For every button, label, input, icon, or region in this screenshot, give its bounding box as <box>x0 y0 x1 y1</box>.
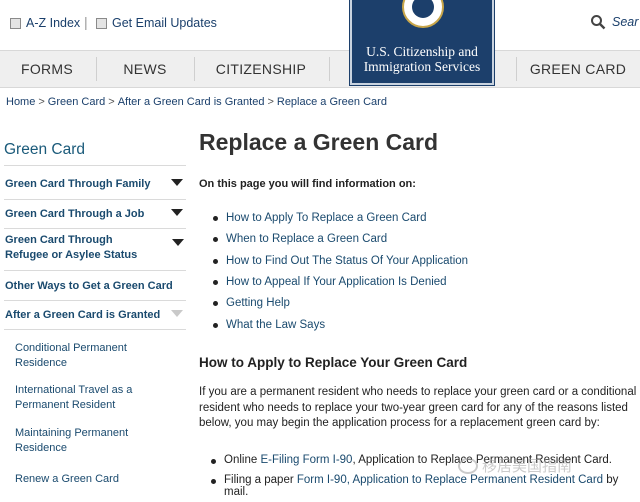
dhs-seal-icon <box>402 0 444 28</box>
nav-forms[interactable]: FORMS <box>0 51 94 87</box>
logo-line-1: U.S. Citizenship and <box>366 44 478 59</box>
list-item-suffix: by <box>603 474 619 486</box>
sidebar-divider <box>4 228 186 229</box>
wechat-icon <box>458 457 478 474</box>
sidebar-subitem-travel[interactable]: International Travel as a Permanent Resi… <box>15 383 175 413</box>
bullet-icon <box>213 258 218 264</box>
breadcrumb-current: Replace a Green Card <box>276 96 387 108</box>
sidebar-item-label: Green Card Through Refugee or Asylee Sta… <box>5 234 138 261</box>
efiling-link[interactable]: E-Filing Form I-90 <box>260 454 352 466</box>
sidebar-title[interactable]: Green Card <box>4 141 85 159</box>
email-updates-label: Get Email Updates <box>112 16 217 30</box>
paragraph-line: below, you may begin the application pro… <box>199 417 600 429</box>
search-control[interactable]: Sear <box>590 14 638 30</box>
nav-divider <box>329 57 330 81</box>
breadcrumb-after-granted[interactable]: After a Green Card is Granted <box>118 96 265 108</box>
sidebar-subitem-maintaining[interactable]: Maintaining Permanent Residence <box>15 426 175 456</box>
breadcrumb: Home > Green Card > After a Green Card is Gr… <box>6 96 387 108</box>
caret-down-icon[interactable] <box>172 239 184 246</box>
caret-down-icon[interactable] <box>171 310 183 317</box>
sidebar-item-other-ways[interactable]: Other Ways to Get a Green Card <box>5 279 185 294</box>
toc-label: How to Apply To Replace a Green Card <box>226 212 427 224</box>
utility-separator: | <box>84 14 88 30</box>
az-index-label: A-Z Index <box>26 16 81 30</box>
sidebar-divider <box>4 270 186 271</box>
uscis-logo[interactable]: U.S. Citizenship and Immigration Service… <box>350 0 494 85</box>
logo-text: U.S. Citizenship and Immigration Service… <box>352 44 492 74</box>
list-item: Filing a paper Form I-90, Application to… <box>211 474 618 498</box>
sidebar-divider <box>4 165 186 166</box>
sidebar-item-job[interactable]: Green Card Through a Job <box>5 207 185 222</box>
watermark: 移居美国指南 <box>458 455 572 476</box>
breadcrumb-green-card[interactable]: Green Card <box>48 96 105 108</box>
nav-green-card[interactable]: GREEN CARD <box>517 51 639 87</box>
email-updates-link[interactable]: Get Email Updates <box>96 16 217 30</box>
nav-news[interactable]: NEWS <box>97 51 193 87</box>
sidebar-divider <box>4 199 186 200</box>
watermark-text: 移居美国指南 <box>482 458 573 475</box>
utility-bar: A-Z Index | Get Email Updates Sear <box>0 0 640 50</box>
search-label: Sear <box>612 15 639 29</box>
main-nav: FORMS NEWS CITIZENSHIP GREEN CARD <box>0 50 640 88</box>
toc-link[interactable]: How to Find Out The Status Of Your Appli… <box>213 255 468 267</box>
section-paragraph: If you are a permanent resident who need… <box>199 385 640 432</box>
bullet-icon <box>213 322 218 328</box>
toc-link[interactable]: How to Appeal If Your Application Is Den… <box>213 276 447 288</box>
az-index-link[interactable]: A-Z Index <box>10 16 80 30</box>
sidebar-item-label: Green Card Through a Job <box>5 208 145 220</box>
az-index-icon <box>10 17 21 29</box>
bullet-icon <box>213 215 218 221</box>
sidebar-item-refugee[interactable]: Green Card Through Refugee or Asylee Sta… <box>5 233 155 263</box>
sidebar-item-label: Green Card Through Family <box>5 178 151 190</box>
breadcrumb-separator: > <box>267 96 274 108</box>
toc-link[interactable]: When to Replace a Green Card <box>213 233 387 245</box>
caret-down-icon[interactable] <box>171 209 183 216</box>
list-item-continuation: mail. <box>224 486 249 498</box>
sidebar-item-label: After a Green Card is Granted <box>5 309 161 321</box>
page-title: Replace a Green Card <box>199 129 439 155</box>
toc-link[interactable]: What the Law Says <box>213 319 325 331</box>
sidebar-item-after-granted[interactable]: After a Green Card is Granted <box>5 308 185 323</box>
bullet-icon <box>213 279 218 285</box>
paragraph-line: If you are a permanent resident who need… <box>199 386 637 398</box>
list-item-prefix: Filing a paper <box>224 474 297 486</box>
sidebar-subitem-renew[interactable]: Renew a Green Card <box>15 472 175 487</box>
search-icon <box>591 15 606 30</box>
bullet-icon <box>213 236 218 242</box>
caret-down-icon[interactable] <box>171 179 183 186</box>
toc-label: How to Appeal If Your Application Is Den… <box>226 276 447 288</box>
toc-link[interactable]: Getting Help <box>213 297 290 309</box>
toc-label: What the Law Says <box>226 319 326 331</box>
sidebar-divider <box>4 300 186 301</box>
intro-text: On this page you will find information o… <box>199 178 416 190</box>
sidebar-item-label: Other Ways to Get a Green Card <box>5 280 173 292</box>
bullet-icon <box>213 300 218 306</box>
toc-label: Getting Help <box>226 297 290 309</box>
toc-label: How to Find Out The Status Of Your Appli… <box>226 255 469 267</box>
breadcrumb-separator: > <box>108 96 115 108</box>
paragraph-line: resident who needs to replace your two-y… <box>199 401 628 414</box>
toc-label: When to Replace a Green Card <box>226 233 388 245</box>
sidebar-item-family[interactable]: Green Card Through Family <box>5 177 185 192</box>
toc-link[interactable]: How to Apply To Replace a Green Card <box>213 212 427 224</box>
breadcrumb-home[interactable]: Home <box>6 96 35 108</box>
logo-line-2: Immigration Services <box>363 59 481 74</box>
sidebar-subitem-conditional[interactable]: Conditional Permanent Residence <box>15 341 175 371</box>
sidebar-divider <box>4 329 186 330</box>
bullet-icon <box>211 459 216 464</box>
nav-citizenship[interactable]: CITIZENSHIP <box>195 51 327 87</box>
list-item-prefix: Online <box>224 454 261 466</box>
email-icon <box>96 17 107 29</box>
breadcrumb-separator: > <box>38 96 45 108</box>
section-title: How to Apply to Replace Your Green Card <box>199 355 468 370</box>
bullet-icon <box>211 479 216 484</box>
